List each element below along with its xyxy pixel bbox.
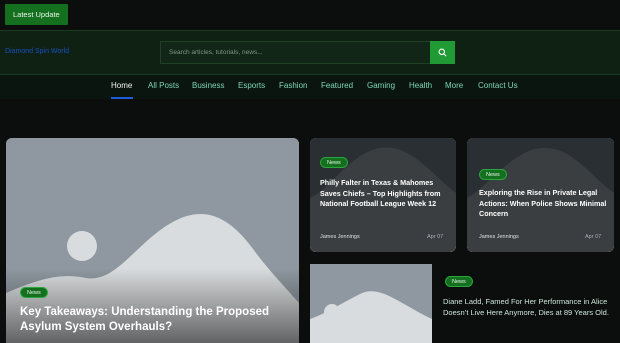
post-date: Apr 07 (427, 234, 444, 240)
nav-active-indicator (111, 97, 133, 99)
post-author[interactable]: James Jennings (320, 234, 360, 240)
search-icon (438, 48, 447, 57)
hero-category-badge[interactable]: News (20, 287, 48, 298)
main-nav: Home All Posts Business Esports Fashion … (0, 75, 620, 99)
nav-item-featured[interactable]: Featured (321, 81, 353, 90)
search-button[interactable] (430, 41, 455, 64)
post-title[interactable]: Exploring the Rise in Private Legal Acti… (479, 188, 607, 220)
search-input[interactable] (161, 42, 430, 63)
site-title[interactable]: Diamond Spin World (5, 48, 69, 55)
search-box (160, 41, 430, 64)
nav-item-gaming[interactable]: Gaming (367, 81, 395, 90)
nav-item-health[interactable]: Health (409, 81, 432, 90)
nav-item-all-posts[interactable]: All Posts (148, 81, 179, 90)
post-title[interactable]: Philly Falter in Texas & Mahomes Saves C… (320, 178, 450, 210)
post-category-badge[interactable]: News (320, 157, 348, 168)
post-card-horizontal[interactable]: News Diane Ladd, Famed For Her Performan… (310, 264, 620, 343)
nav-item-fashion[interactable]: Fashion (279, 81, 307, 90)
nav-item-home[interactable]: Home (111, 81, 132, 90)
nav-item-contact-us[interactable]: Contact Us (478, 81, 518, 90)
hero-post-card[interactable]: News Key Takeaways: Understanding the Pr… (6, 138, 299, 343)
site-header: Diamond Spin World (0, 30, 620, 75)
post-category-badge[interactable]: News (445, 276, 473, 287)
nav-item-esports[interactable]: Esports (238, 81, 265, 90)
nav-item-more[interactable]: More (445, 81, 463, 90)
post-category-badge[interactable]: News (479, 169, 507, 180)
post-image-placeholder (310, 264, 432, 343)
nav-item-business[interactable]: Business (192, 81, 224, 90)
image-placeholder-icon (310, 264, 432, 343)
post-card[interactable]: News Exploring the Rise in Private Legal… (467, 138, 614, 252)
post-title[interactable]: Diane Ladd, Famed For Her Performance in… (443, 296, 620, 318)
top-bar: Latest Update (0, 0, 620, 30)
post-date: Apr 07 (585, 234, 602, 240)
hero-post-title[interactable]: Key Takeaways: Understanding the Propose… (20, 305, 290, 335)
post-author[interactable]: James Jennings (479, 234, 519, 240)
post-card[interactable]: News Philly Falter in Texas & Mahomes Sa… (310, 138, 456, 252)
latest-update-button[interactable]: Latest Update (5, 4, 68, 25)
